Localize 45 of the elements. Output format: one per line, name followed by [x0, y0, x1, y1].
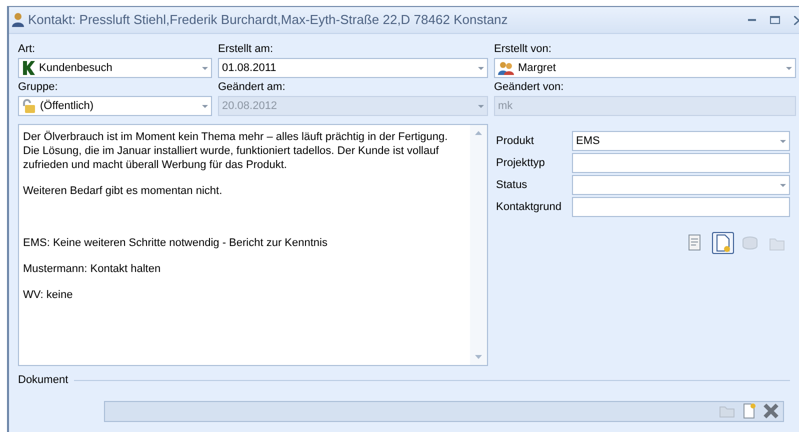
field-label: Projekttyp — [496, 156, 546, 171]
dropdown-caret-icon[interactable] — [202, 66, 208, 70]
dropdown-field[interactable]: (Öffentlich) — [18, 96, 212, 116]
scroll-up-icon[interactable] — [475, 131, 482, 135]
scroll-down-icon[interactable] — [475, 355, 482, 359]
dropdown-caret-icon[interactable] — [202, 104, 208, 108]
toolbar-button[interactable] — [712, 232, 734, 254]
dropdown-field[interactable]: Kundenbesuch — [18, 58, 212, 78]
field-label: Erstellt am: — [218, 42, 274, 56]
dropdown-field[interactable]: Margret — [494, 58, 796, 78]
field-label: Status — [496, 178, 528, 193]
note-paragraph: Mustermann: Kontakt halten — [23, 262, 162, 276]
dropdown-caret-icon[interactable] — [478, 66, 484, 70]
note-paragraph: EMS: Keine weiteren Schritte notwendig - Bericht zur Kenntnis — [23, 236, 328, 250]
delete-icon[interactable] — [763, 403, 779, 419]
field-label: Produkt — [496, 134, 535, 149]
dropdown-caret-icon[interactable] — [786, 66, 792, 70]
window-title: Kontakt: Pressluft Stiehl,Frederik Burchardt,Max-Eyth-Straße 22,D 78462 Konstanz — [28, 11, 508, 30]
letter-k-icon — [22, 61, 35, 75]
scrollbar[interactable] — [470, 125, 487, 365]
dropdown-caret-icon[interactable] — [780, 140, 786, 142]
dropdown-field[interactable]: EMS — [572, 131, 790, 151]
input-field[interactable] — [572, 153, 790, 173]
close-icon[interactable] — [794, 16, 799, 24]
note-paragraph: Weiteren Bedarf gibt es momentan nicht. — [23, 184, 224, 198]
maximize-icon[interactable] — [770, 16, 780, 24]
field-label: Erstellt von: — [494, 42, 552, 56]
note-paragraph: Der Ölverbrauch ist im Moment kein Thema mehr – alles läuft prächtig in der Fertigung. Die Lösung, die im Januar installiert wurde, funktioniert tadellos. Der Kunde ist vollauf zufrieden und macht überall Werbung für das Produkt. — [23, 130, 449, 172]
note-paragraph: WV: keine — [23, 288, 74, 302]
people-icon — [498, 61, 514, 75]
new-document-icon[interactable] — [741, 403, 757, 419]
person-icon — [11, 12, 25, 28]
field-label: Geändert von: — [494, 80, 565, 94]
dropdown-field[interactable] — [572, 175, 790, 195]
document-field[interactable] — [104, 400, 784, 422]
field-label: Art: — [18, 42, 36, 56]
dropdown-field[interactable]: 01.08.2011 — [218, 58, 488, 78]
notes-textarea[interactable] — [18, 124, 488, 366]
padlock-icon — [22, 99, 36, 113]
section-label: Dokument — [18, 373, 68, 388]
field-label: Kontaktgrund — [496, 200, 562, 215]
dropdown-caret-icon[interactable] — [780, 184, 786, 186]
field-label: Gruppe: — [18, 80, 59, 94]
field-label: Geändert am: — [218, 80, 286, 94]
input-field[interactable] — [572, 197, 790, 217]
